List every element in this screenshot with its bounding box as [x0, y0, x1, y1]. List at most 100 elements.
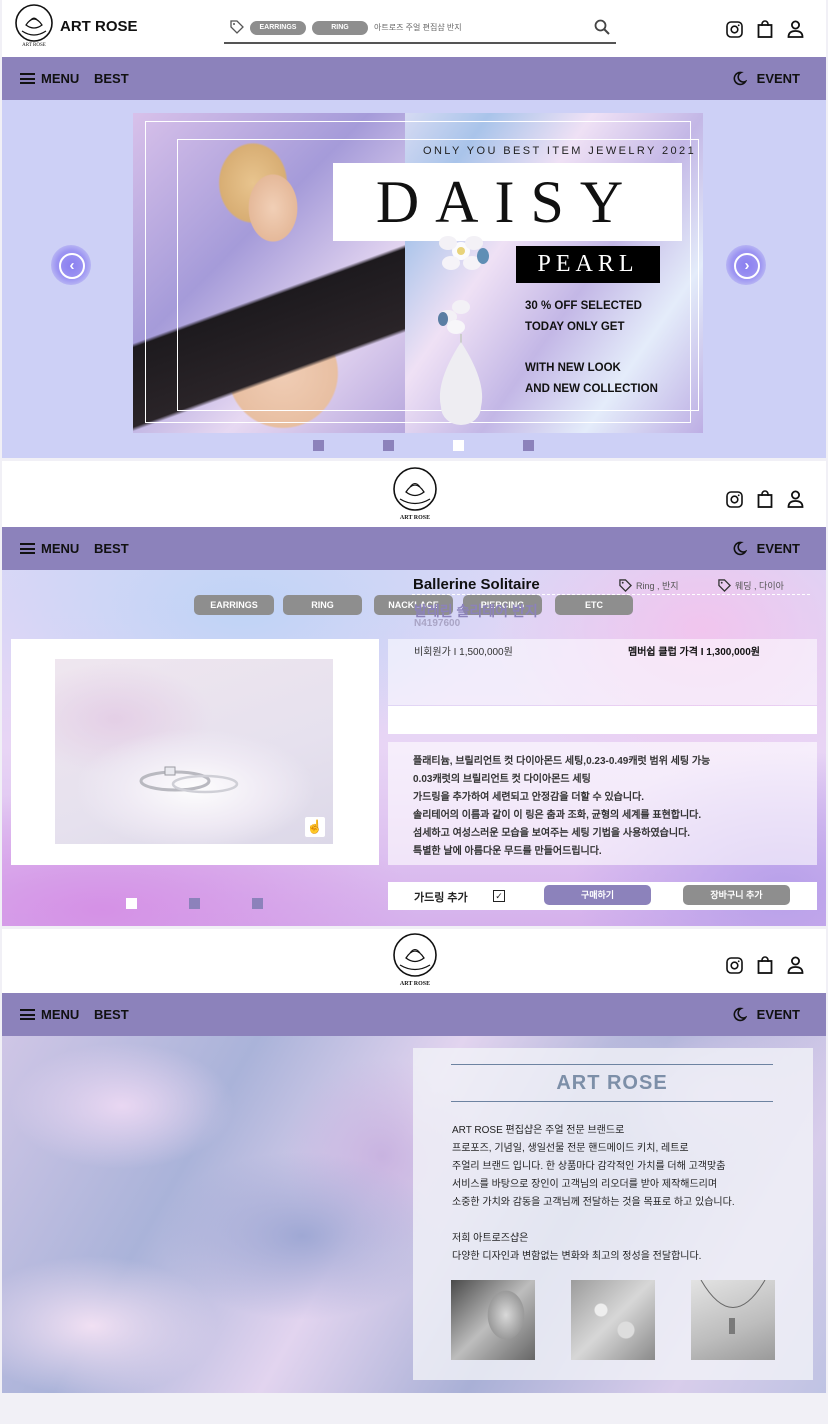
best-link[interactable]: BEST [94, 71, 129, 86]
about-thumbnail[interactable] [691, 1279, 775, 1360]
best-link[interactable]: BEST [94, 541, 129, 556]
menu-label: MENU [41, 1007, 80, 1022]
promo-line: AND NEW COLLECTION [525, 383, 658, 395]
product-tag[interactable]: Ring , 반지 [619, 579, 679, 592]
best-link[interactable]: BEST [94, 1007, 129, 1022]
zoom-icon[interactable]: ☝ [305, 817, 325, 837]
category-tab[interactable]: EARRINGS [194, 595, 274, 615]
event-label: EVENT [756, 71, 800, 86]
prev-slide-button[interactable]: ‹ [51, 245, 91, 285]
menu-button[interactable]: MENU [20, 541, 79, 556]
hero-tagline: ONLY YOU BEST ITEM JEWELRY 2021 [423, 145, 697, 157]
moon-icon[interactable] [732, 1007, 747, 1022]
slide-dot-active[interactable] [453, 440, 464, 451]
instagram-icon[interactable] [726, 490, 743, 508]
description-line: 솔리테어의 이름과 같이 이 링은 춤과 조화, 균형의 세계를 표현합니다. [413, 810, 702, 821]
about-text: 저희 아트로즈샵은 [452, 1233, 529, 1244]
event-label: EVENT [756, 541, 800, 556]
category-tab[interactable]: RING [283, 595, 362, 615]
tag-icon [619, 579, 632, 592]
image-dot-active[interactable] [126, 898, 137, 909]
event-link[interactable]: EVENT [732, 541, 800, 556]
nonmember-price: 비회원가 I 1,500,000원 [414, 647, 513, 658]
nav-bar-1: MENU BEST EVENT [2, 57, 826, 100]
hero-subtitle: PEARL [516, 246, 660, 283]
tag-label: Ring , 반지 [636, 581, 679, 591]
event-link[interactable]: EVENT [732, 71, 800, 86]
slide-dot[interactable] [313, 440, 324, 451]
product-name: Ballerine Solitaire [413, 576, 540, 593]
next-slide-button[interactable]: › [726, 245, 766, 285]
image-dot[interactable] [252, 898, 263, 909]
category-tab[interactable]: ETC [555, 595, 633, 615]
user-icon[interactable] [787, 20, 804, 38]
svg-text:ART ROSE: ART ROSE [400, 981, 430, 987]
about-text: 주얼리 브랜드 입니다. 한 상품마다 감각적인 가치를 더해 고객맞춤 [452, 1161, 726, 1172]
instagram-icon[interactable] [726, 20, 743, 38]
moon-icon[interactable] [732, 71, 747, 86]
shopping-bag-icon[interactable] [757, 20, 773, 38]
shopping-bag-icon[interactable] [757, 956, 773, 974]
product-image[interactable] [55, 659, 333, 844]
tag-icon [718, 579, 731, 592]
logo-icon[interactable]: ART ROSE [391, 933, 439, 992]
product-tag[interactable]: 웨딩 , 다이아 [718, 579, 784, 592]
buy-button[interactable]: 구매하기 [544, 885, 651, 905]
search-tag[interactable]: RING [312, 21, 368, 35]
search-input[interactable]: 아트로즈 주얼 편집샵 반지 [374, 22, 462, 33]
slide-dot[interactable] [523, 440, 534, 451]
image-dot[interactable] [189, 898, 200, 909]
menu-label: MENU [41, 541, 80, 556]
svg-text:ART ROSE: ART ROSE [400, 515, 430, 521]
about-text: 서비스를 바탕으로 장인이 고객님의 리오더를 받아 제작해드리며 [452, 1179, 718, 1190]
header-icons [726, 490, 804, 508]
hero-banner[interactable]: ONLY YOU BEST ITEM JEWELRY 2021 DAISY PE… [133, 113, 703, 433]
about-text: 다양한 디자인과 변함없는 변화와 최고의 정성을 전달합니다. [452, 1251, 702, 1262]
brand-name[interactable]: ART ROSE [60, 18, 138, 35]
chevron-left-icon: ‹ [59, 253, 85, 279]
add-to-cart-button[interactable]: 장바구니 추가 [683, 885, 790, 905]
page-footer [0, 1395, 828, 1424]
promo-line: 30 % OFF SELECTED [525, 300, 642, 312]
promo-line: WITH NEW LOOK [525, 362, 621, 374]
menu-button[interactable]: MENU [20, 1007, 79, 1022]
menu-icon [20, 1009, 35, 1020]
menu-icon [20, 73, 35, 84]
header-icons [726, 20, 804, 38]
shopping-bag-icon[interactable] [757, 490, 773, 508]
product-code: N4197600 [414, 618, 461, 629]
header-1: ART ROSE ART ROSE EARRINGS RING 아트로즈 주얼 … [2, 0, 826, 57]
moon-icon[interactable] [732, 541, 747, 556]
member-price: 멤버쉽 클럽 가격 I 1,300,000원 [628, 647, 760, 658]
description-line: 섬세하고 여성스러운 모습을 보여주는 세팅 기법을 사용하였습니다. [413, 828, 691, 839]
event-link[interactable]: EVENT [732, 1007, 800, 1022]
header-3: ART ROSE [2, 929, 826, 993]
about-text: ART ROSE 편집샵은 주얼 전문 브랜드로 [452, 1125, 625, 1136]
about-thumbnail[interactable] [451, 1280, 535, 1360]
search-icon[interactable] [594, 19, 610, 35]
logo-icon[interactable]: ART ROSE [12, 3, 56, 52]
about-thumbnail[interactable] [571, 1280, 655, 1360]
search-bar[interactable]: EARRINGS RING 아트로즈 주얼 편집샵 반지 [224, 14, 616, 44]
nav-bar-3: MENU BEST EVENT [2, 993, 826, 1036]
slide-dot[interactable] [383, 440, 394, 451]
user-icon[interactable] [787, 956, 804, 974]
hero-title: DAISY [375, 169, 640, 235]
menu-icon [20, 543, 35, 554]
header-2: ART ROSE [2, 461, 826, 527]
price-box [388, 706, 817, 734]
instagram-icon[interactable] [726, 956, 743, 974]
user-icon[interactable] [787, 490, 804, 508]
about-rule [451, 1101, 773, 1102]
checkbox-icon[interactable]: ✓ [493, 890, 505, 902]
menu-button[interactable]: MENU [20, 71, 79, 86]
chevron-right-icon: › [734, 253, 760, 279]
promo-line: TODAY ONLY GET [525, 321, 625, 333]
svg-text:ART ROSE: ART ROSE [22, 43, 46, 47]
logo-icon[interactable]: ART ROSE [391, 467, 439, 526]
product-section: EARRINGS RING NACKLACE PIERCING ETC ☝ Ba… [2, 570, 826, 926]
about-rule [451, 1064, 773, 1065]
hero-slider: ONLY YOU BEST ITEM JEWELRY 2021 DAISY PE… [2, 100, 826, 458]
search-tag[interactable]: EARRINGS [250, 21, 306, 35]
necklace-image [700, 1279, 766, 1334]
